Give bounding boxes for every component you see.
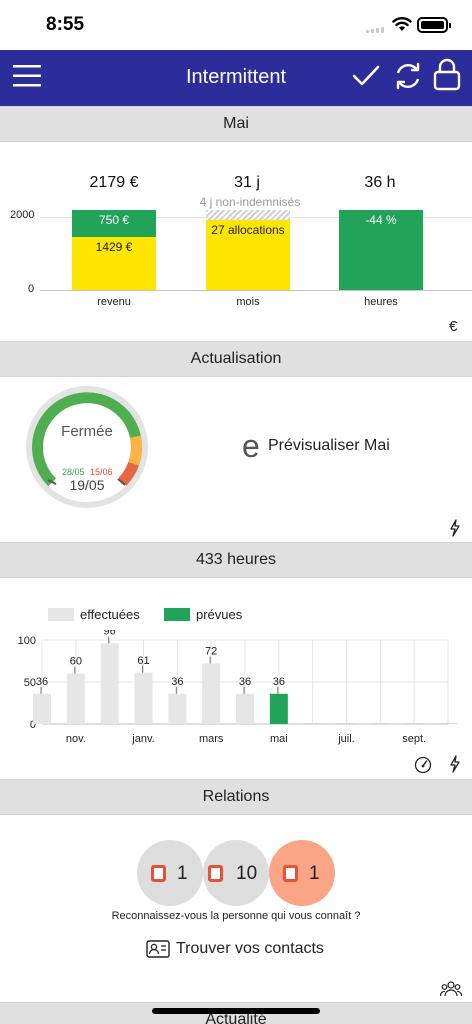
bar-hours-green: -44 % (339, 210, 423, 290)
non-indemnified-label: 4 j non-indemnisés (199, 195, 301, 209)
person-card-icon (151, 865, 166, 882)
hours-bar (236, 693, 254, 724)
data-label: 96 (104, 630, 116, 637)
relation-count-3: 1 (309, 863, 320, 884)
relation-circle-2[interactable]: 10 (203, 840, 269, 906)
bar-days-hatched (206, 210, 290, 220)
status-bar: 8:55 (0, 0, 472, 50)
section-actualisation: Actualisation (0, 341, 472, 377)
bar-label-allocations: 27 allocations (211, 223, 285, 237)
refresh-icon[interactable] (392, 60, 424, 92)
preview-e-icon[interactable]: e (242, 428, 260, 464)
data-label: 36 (273, 676, 285, 688)
bar-revenue-yellow: 1429 € (72, 237, 156, 290)
y-tick-label: 100 (18, 635, 36, 647)
legend-swatch-done (48, 608, 74, 621)
x-tick-label: juil. (337, 733, 355, 745)
status-time: 8:55 (46, 14, 85, 35)
section-month: Mai (0, 106, 472, 142)
data-label: 60 (70, 656, 82, 668)
bar-label-750: 750 € (98, 213, 130, 227)
relation-circle-1[interactable]: 1 (137, 840, 203, 906)
data-label: 36 (239, 676, 251, 688)
hours-bar-chart: 05010036609661367236 36nov. janv. mars mai ju… (18, 630, 457, 745)
lock-icon[interactable] (432, 58, 462, 92)
legend-label-planned: prévues (196, 607, 243, 622)
revenue-total: 2179 € (89, 174, 139, 191)
section-relations: Relations (0, 779, 472, 815)
relations-question: Reconnaissez-vous la personne qui vous c… (111, 910, 361, 922)
hours-bar (33, 693, 51, 724)
bar-label-hours-pct: -44 % (365, 213, 397, 227)
contact-card-icon (146, 940, 170, 958)
find-contacts-label: Trouver vos contacts (176, 940, 324, 957)
bar-days-yellow: 27 allocations (206, 220, 290, 290)
y-tick-label: 50 (24, 677, 36, 689)
bar-revenue-green: 750 € (72, 210, 156, 237)
category-month: mois (236, 296, 260, 308)
legend-label-done: effectuées (80, 607, 140, 622)
relation-count-2: 10 (236, 863, 258, 884)
section-hours: 433 heures (0, 542, 472, 578)
cellular-signal-icon (366, 27, 386, 33)
axis-label-0: 0 (28, 283, 35, 295)
x-tick-label: nov. (66, 733, 86, 745)
bar-label-1429: 1429 € (95, 240, 133, 254)
relation-circle-3[interactable]: 1 (269, 840, 335, 906)
hours-bar (269, 693, 288, 724)
axis-label-2000: 2000 (10, 209, 35, 221)
gauge-state: Fermée (61, 423, 113, 440)
hours-bar (66, 673, 85, 724)
gauge-date-start: 28/05 (62, 467, 85, 477)
lightning-icon[interactable] (449, 519, 461, 537)
wifi-icon (392, 17, 412, 31)
person-card-icon (208, 865, 223, 882)
x-tick-label: mai (270, 733, 288, 745)
days-total: 31 j (234, 174, 260, 191)
relation-count-1: 1 (177, 863, 188, 884)
home-indicator (152, 1008, 320, 1014)
speedometer-icon[interactable] (414, 756, 432, 774)
category-revenue: revenu (97, 296, 131, 308)
axis-baseline (40, 290, 472, 291)
group-icon[interactable] (440, 980, 462, 998)
hours-bar (168, 693, 187, 724)
app-header: Intermittent (0, 50, 472, 106)
category-hours: heures (364, 296, 398, 308)
battery-icon (417, 17, 451, 33)
gauge-date-end: 15/06 (90, 467, 113, 477)
data-label: 72 (205, 646, 217, 658)
person-card-icon (283, 865, 298, 882)
x-tick-label: mars (199, 733, 224, 745)
x-tick-label: sept. (402, 733, 426, 745)
data-label: 61 (137, 655, 149, 667)
hours-bar (100, 643, 119, 724)
check-icon[interactable] (352, 64, 380, 88)
preview-button[interactable]: Prévisualiser Mai (268, 437, 390, 455)
x-tick-label: janv. (131, 733, 154, 745)
data-label: 36 (36, 676, 48, 688)
lightning-icon[interactable] (449, 755, 461, 773)
data-label: 36 (171, 676, 183, 688)
hours-total: 36 h (364, 174, 396, 191)
euro-icon[interactable]: € (449, 318, 457, 335)
hours-bar (202, 663, 221, 724)
find-contacts-button[interactable]: Trouver vos contacts (146, 938, 346, 962)
legend-swatch-planned (164, 608, 190, 621)
hours-bar (134, 672, 153, 724)
gauge-date-current: 19/05 (69, 477, 105, 493)
